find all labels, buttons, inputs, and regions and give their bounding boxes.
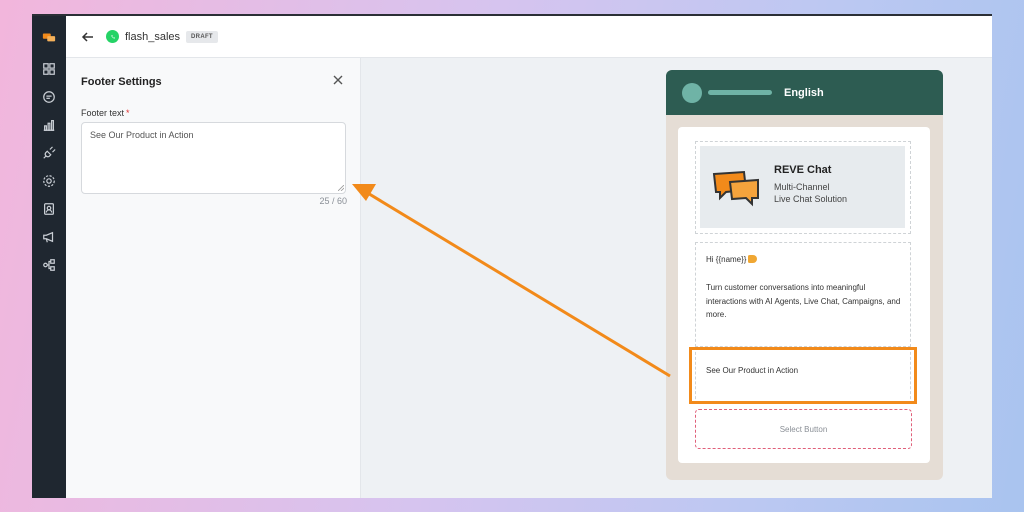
settings-icon[interactable] — [40, 172, 58, 190]
logo-icon[interactable] — [40, 28, 58, 46]
footer-text-input[interactable]: See Our Product in Action — [81, 122, 346, 194]
reve-chat-logo-icon — [712, 170, 759, 207]
back-arrow-icon[interactable] — [80, 29, 96, 45]
analytics-icon[interactable] — [40, 116, 58, 134]
footer-text-label: Footer text * — [81, 108, 130, 118]
contacts-icon[interactable] — [40, 200, 58, 218]
preview-header: English — [666, 70, 943, 115]
contact-name-placeholder — [708, 90, 772, 95]
greeting-text: Hi {{name}} — [706, 255, 747, 264]
message-card: REVE Chat Multi-Channel Live Chat Soluti… — [678, 127, 930, 463]
header-brand: REVE Chat — [774, 164, 832, 176]
footer-highlight-box — [689, 347, 917, 404]
header-line-1: Multi-Channel — [774, 182, 830, 192]
app-window: flash_sales DRAFT Footer Settings Footer… — [32, 14, 992, 498]
message-preview: English REVE Chat Multi-Channel Live Cha… — [666, 70, 943, 480]
body-section[interactable]: Hi {{name}} Turn customer conversations … — [695, 242, 911, 347]
select-button[interactable]: Select Button — [695, 409, 912, 449]
resize-handle-icon[interactable] — [338, 185, 344, 191]
required-mark: * — [126, 108, 130, 118]
header-image: REVE Chat Multi-Channel Live Chat Soluti… — [700, 146, 905, 228]
top-bar: flash_sales DRAFT — [66, 16, 992, 58]
campaigns-icon[interactable] — [40, 228, 58, 246]
language-label: English — [784, 86, 824, 99]
footer-text-label-text: Footer text — [81, 108, 125, 118]
wave-emoji-icon — [748, 255, 758, 263]
greeting-line: Hi {{name}} — [706, 255, 758, 264]
workflow-icon[interactable] — [40, 256, 58, 274]
header-line-2: Live Chat Solution — [774, 194, 848, 204]
template-name: flash_sales — [125, 30, 181, 43]
whatsapp-icon — [106, 30, 119, 43]
sidebar-rail — [32, 16, 66, 498]
footer-settings-panel: Footer Settings Footer text * See Our Pro… — [66, 58, 361, 498]
body-message: Turn customer conversations into meaning… — [706, 283, 901, 319]
status-badge: DRAFT — [186, 30, 218, 43]
chat-icon[interactable] — [40, 88, 58, 106]
dashboard-icon[interactable] — [40, 60, 58, 78]
close-icon[interactable] — [331, 73, 345, 87]
avatar — [682, 82, 702, 103]
panel-title: Footer Settings — [81, 76, 162, 88]
integrations-icon[interactable] — [40, 144, 58, 162]
character-count: 25 / 60 — [319, 196, 347, 206]
